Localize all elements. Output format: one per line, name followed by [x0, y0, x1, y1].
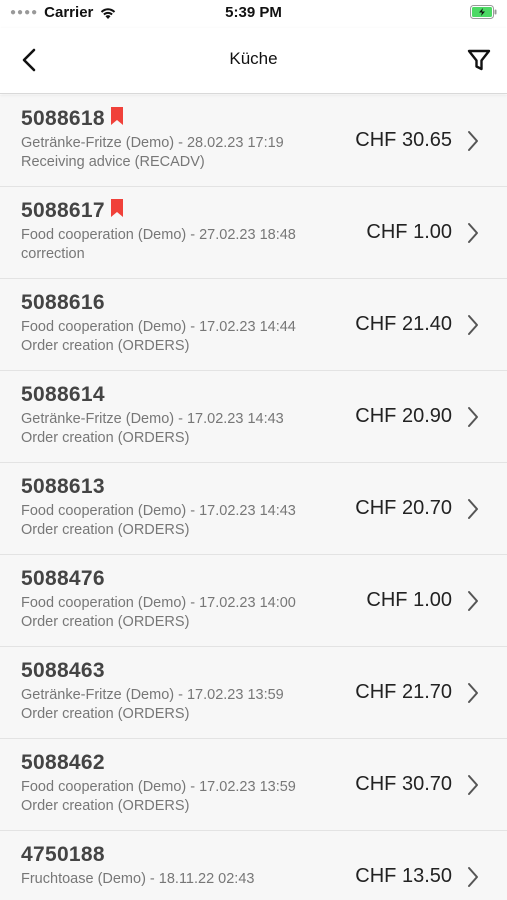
clock: 5:39 PM	[225, 4, 282, 21]
document-type-text: Order creation (ORDERS)	[21, 338, 190, 354]
order-amount: CHF 1.00	[366, 589, 452, 611]
document-type-text: Order creation (ORDERS)	[21, 522, 190, 538]
supplier-date-text: Getränke-Fritze (Demo) - 17.02.23 13:59	[21, 687, 284, 703]
supplier-date-text: Food cooperation (Demo) - 27.02.23 18:48	[21, 227, 296, 243]
order-row[interactable]: 5088463 Getränke-Fritze (Demo) - 17.02.23…	[0, 647, 507, 739]
status-bar: ●●●● Carrier 5:39 PM	[0, 0, 507, 28]
order-number-label: 5088618	[21, 107, 105, 130]
order-number: 5088613	[21, 475, 105, 499]
order-amount: CHF 1.00	[366, 221, 452, 243]
chevron-right-icon[interactable]	[466, 772, 480, 798]
filter-icon[interactable]	[465, 46, 493, 74]
chevron-right-icon[interactable]	[466, 220, 480, 246]
battery-charging-icon	[470, 5, 497, 19]
navigation-bar: Küche	[0, 28, 507, 94]
chevron-right-icon[interactable]	[466, 680, 480, 706]
order-number-label: 5088462	[21, 751, 105, 774]
order-amount: CHF 13.50	[355, 865, 452, 887]
order-number-label: 5088617	[21, 199, 105, 222]
order-number: 4750188	[21, 843, 105, 867]
supplier-date-text: Fruchtoase (Demo) - 18.11.22 02:43	[21, 871, 255, 887]
supplier-date-text: Food cooperation (Demo) - 17.02.23 14:43	[21, 503, 296, 519]
order-number: 5088616	[21, 291, 105, 315]
supplier-date-text: Getränke-Fritze (Demo) - 17.02.23 14:43	[21, 411, 284, 427]
order-row[interactable]: 4750188 Fruchtoase (Demo) - 18.11.22 02:4…	[0, 831, 507, 900]
order-number: 5088463	[21, 659, 105, 683]
page-title: Küche	[229, 49, 278, 68]
chevron-right-icon[interactable]	[466, 128, 480, 154]
document-type-text: Receiving advice (RECADV)	[21, 154, 205, 170]
order-row[interactable]: 5088613 Food cooperation (Demo) - 17.02.2…	[0, 463, 507, 555]
document-type-text: Order creation (ORDERS)	[21, 706, 190, 722]
order-amount: CHF 30.65	[355, 129, 452, 151]
order-amount: CHF 20.70	[355, 497, 452, 519]
order-number-label: 5088613	[21, 475, 105, 498]
order-row[interactable]: 5088617 Food cooperation (Demo) - 27.02.2…	[0, 187, 507, 279]
order-list: 5088618 Getränke-Fritze (Demo) - 28.02.23…	[0, 95, 507, 900]
order-row[interactable]: 5088616 Food cooperation (Demo) - 17.02.2…	[0, 279, 507, 371]
order-number: 5088614	[21, 383, 105, 407]
order-amount: CHF 20.90	[355, 405, 452, 427]
chevron-right-icon[interactable]	[466, 404, 480, 430]
order-row[interactable]: 5088614 Getränke-Fritze (Demo) - 17.02.23…	[0, 371, 507, 463]
document-type-text: correction	[21, 246, 85, 262]
order-number: 5088476	[21, 567, 105, 591]
order-number: 5088462	[21, 751, 105, 775]
supplier-date-text: Food cooperation (Demo) - 17.02.23 13:59	[21, 779, 296, 795]
supplier-date-text: Food cooperation (Demo) - 17.02.23 14:00	[21, 595, 296, 611]
document-type-text: Order creation (ORDERS)	[21, 430, 190, 446]
order-row[interactable]: 5088618 Getränke-Fritze (Demo) - 28.02.23…	[0, 95, 507, 187]
order-amount: CHF 21.70	[355, 681, 452, 703]
chevron-right-icon[interactable]	[466, 864, 480, 890]
order-number: 5088618	[21, 106, 124, 131]
order-number-label: 5088463	[21, 659, 105, 682]
chevron-right-icon[interactable]	[466, 496, 480, 522]
order-amount: CHF 30.70	[355, 773, 452, 795]
document-type-text: Order creation (ORDERS)	[21, 798, 190, 814]
document-type-text: Order creation (ORDERS)	[21, 614, 190, 630]
order-number: 5088617	[21, 198, 124, 223]
supplier-date-text: Food cooperation (Demo) - 17.02.23 14:44	[21, 319, 296, 335]
order-row[interactable]: 5088462 Food cooperation (Demo) - 17.02.2…	[0, 739, 507, 831]
order-number-label: 5088614	[21, 383, 105, 406]
order-number-label: 5088476	[21, 567, 105, 590]
order-row[interactable]: 5088476 Food cooperation (Demo) - 17.02.2…	[0, 555, 507, 647]
order-number-label: 5088616	[21, 291, 105, 314]
supplier-date-text: Getränke-Fritze (Demo) - 28.02.23 17:19	[21, 135, 284, 151]
chevron-right-icon[interactable]	[466, 312, 480, 338]
chevron-right-icon[interactable]	[466, 588, 480, 614]
bookmark-icon	[110, 106, 123, 125]
bookmark-icon	[110, 198, 123, 217]
order-number-label: 4750188	[21, 843, 105, 866]
order-amount: CHF 21.40	[355, 313, 452, 335]
